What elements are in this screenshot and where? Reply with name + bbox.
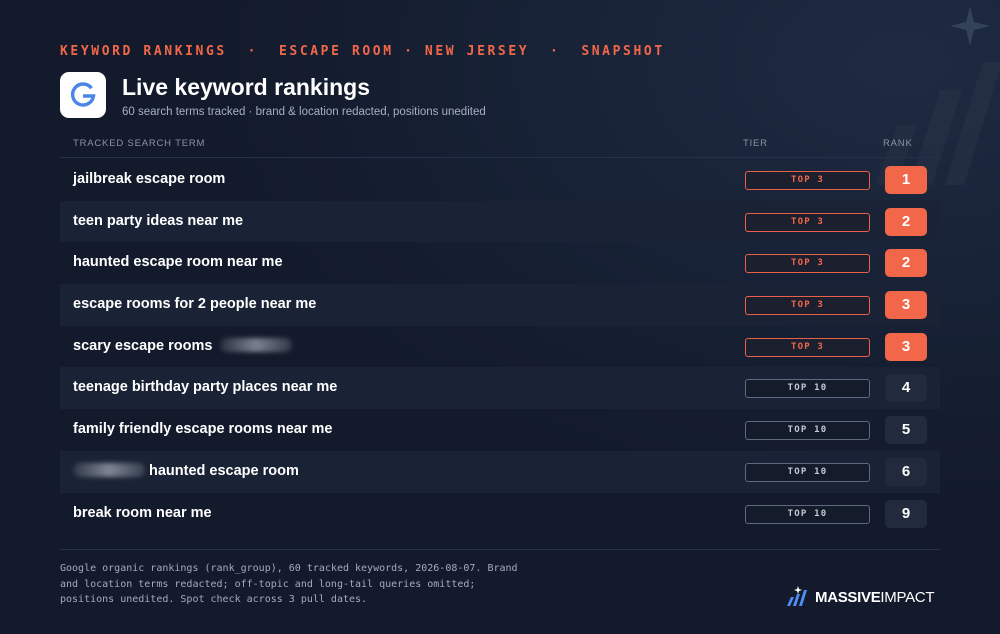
rank-badge: 2 <box>885 249 927 278</box>
table-row: jailbreak escape room TOP 3 1 <box>60 159 940 201</box>
column-header-tier: TIER <box>743 138 768 149</box>
rank-badge: 5 <box>885 416 927 445</box>
search-term-text: haunted escape room <box>149 462 299 479</box>
page-title: Live keyword rankings <box>122 74 370 100</box>
rank-badge: 4 <box>885 374 927 403</box>
search-term: family friendly escape rooms near me <box>73 409 333 451</box>
search-term-text: teen party ideas near me <box>73 212 244 229</box>
search-term-text: haunted escape room near me <box>73 254 283 271</box>
brand-logo: MASSIVEIMPACT <box>786 586 934 608</box>
table-row: family friendly escape rooms near me TOP … <box>60 409 940 451</box>
table-row: scary escape rooms TOP 3 3 <box>60 326 940 368</box>
tier-badge: TOP 10 <box>745 462 870 482</box>
tier-badge: TOP 3 <box>745 254 870 274</box>
search-term: break room near me <box>73 493 212 535</box>
brand-wordmark: MASSIVEIMPACT <box>815 589 934 606</box>
column-header-rank: RANK <box>883 138 913 149</box>
tier-badge: TOP 3 <box>745 296 870 316</box>
search-term: scary escape rooms <box>73 326 293 368</box>
search-term-text: teenage birthday party places near me <box>73 379 338 396</box>
rank-badge: 3 <box>885 291 927 320</box>
search-term: haunted escape room <box>73 451 299 493</box>
page-subtitle: 60 search terms tracked · brand & locati… <box>122 106 486 118</box>
table-row: break room near me TOP 10 9 <box>60 493 940 535</box>
tier-badge: TOP 10 <box>745 421 870 441</box>
header-divider <box>60 157 940 158</box>
tier-badge: TOP 10 <box>745 379 870 399</box>
table-row: teenage birthday party places near me TOP… <box>60 367 940 410</box>
search-term: jailbreak escape room <box>73 159 225 201</box>
tier-badge: TOP 3 <box>745 171 870 190</box>
rank-badge: 6 <box>885 457 927 486</box>
search-term: haunted escape room near me <box>73 242 283 284</box>
google-g-icon <box>60 72 106 118</box>
footer-divider <box>60 549 940 550</box>
rank-badge: 9 <box>885 499 927 528</box>
brand-wordmark-bold: MASSIVE <box>815 588 881 606</box>
search-term-text: family friendly escape rooms near me <box>73 421 333 438</box>
rank-badge: 1 <box>885 166 927 194</box>
column-header-term: TRACKED SEARCH TERM <box>73 138 206 149</box>
methodology-note: Google organic rankings (rank_group), 60… <box>60 563 518 605</box>
table-row: haunted escape room TOP 10 6 <box>60 450 940 493</box>
search-term: teen party ideas near me <box>73 201 243 243</box>
tier-badge: TOP 10 <box>745 504 870 524</box>
search-term-text: break room near me <box>73 504 212 521</box>
search-term: escape rooms for 2 people near me <box>73 284 316 326</box>
table-row: escape rooms for 2 people near me TOP 3 3 <box>60 284 940 326</box>
redacted-text <box>220 337 293 352</box>
search-term-text: jailbreak escape room <box>73 171 226 187</box>
redacted-text <box>73 462 145 477</box>
rank-badge: 2 <box>885 207 927 236</box>
search-term-text: escape rooms for 2 people near me <box>73 296 317 313</box>
brand-wordmark-light: IMPACT <box>880 588 935 606</box>
table-row: teen party ideas near me TOP 3 2 <box>60 200 940 243</box>
table-row: haunted escape room near me TOP 3 2 <box>60 242 940 284</box>
rank-badge: 3 <box>885 332 927 361</box>
massive-impact-logo-icon <box>787 586 807 606</box>
tier-badge: TOP 3 <box>745 212 870 232</box>
search-term-text: scary escape rooms <box>73 337 213 354</box>
tier-badge: TOP 3 <box>745 337 870 357</box>
report-kicker: KEYWORD RANKINGS · ESCAPE ROOM · NEW JER… <box>60 44 665 59</box>
search-term: teenage birthday party places near me <box>73 367 337 409</box>
rankings-table: jailbreak escape room TOP 3 1 teen party id… <box>60 159 940 534</box>
